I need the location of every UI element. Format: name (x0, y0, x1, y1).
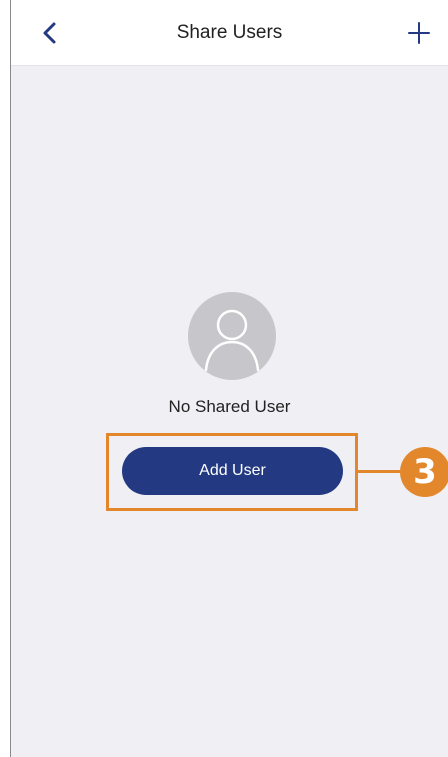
app-screen: Share Users No Shared User Add User 3 (10, 0, 448, 757)
add-button[interactable] (402, 16, 436, 50)
step-number-badge: 3 (400, 447, 448, 497)
plus-icon (408, 22, 430, 44)
add-user-button[interactable]: Add User (122, 447, 343, 495)
empty-state-message: No Shared User (168, 397, 291, 416)
chevron-left-icon (43, 22, 56, 44)
page-title: Share Users (176, 22, 283, 43)
callout-connector (358, 470, 402, 473)
back-button[interactable] (33, 16, 67, 50)
user-avatar-icon (188, 292, 276, 380)
navigation-bar: Share Users (11, 0, 448, 66)
